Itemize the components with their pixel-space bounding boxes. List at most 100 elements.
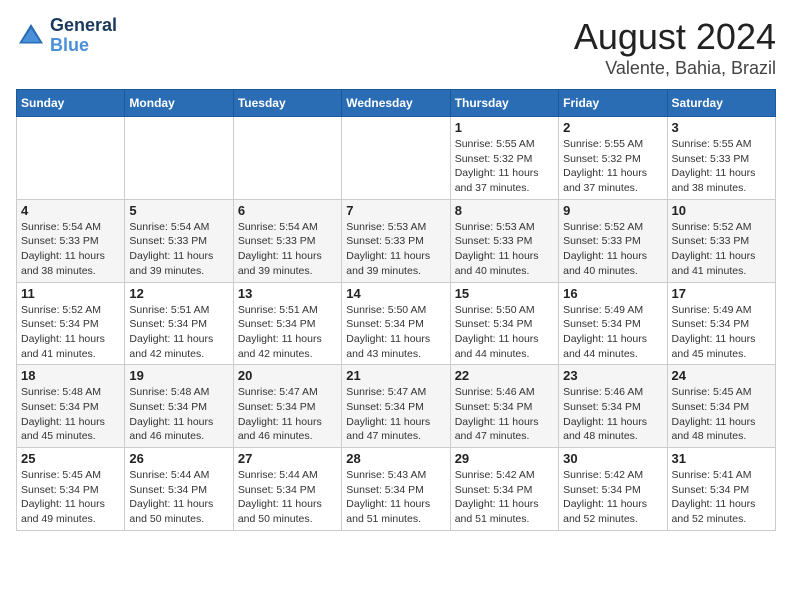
- calendar-header-thursday: Thursday: [450, 90, 558, 117]
- day-number: 17: [672, 286, 771, 301]
- calendar-cell: 9 Sunrise: 5:52 AM Sunset: 5:33 PM Daylig…: [559, 199, 667, 282]
- day-number: 31: [672, 451, 771, 466]
- day-number: 5: [129, 203, 228, 218]
- calendar-cell: 30Sunrise: 5:42 AM Sunset: 5:34 PM Dayli…: [559, 448, 667, 531]
- calendar-cell: 27 Sunrise: 5:44 AM Sunset: 5:34 PM Dayli…: [233, 448, 341, 531]
- day-number: 8: [455, 203, 554, 218]
- day-info: Sunrise: 5:42 AM Sunset: 5:34 PM Dayligh…: [455, 468, 554, 527]
- calendar-cell: 25Sunrise: 5:45 AM Sunset: 5:34 PM Dayli…: [17, 448, 125, 531]
- calendar-cell: 20 Sunrise: 5:47 AM Sunset: 5:34 PM Dayli…: [233, 365, 341, 448]
- day-number: 14: [346, 286, 445, 301]
- day-info: Sunrise: 5:46 AM Sunset: 5:34 PM Dayligh…: [563, 385, 662, 444]
- day-info: Sunrise: 5:55 AM Sunset: 5:32 PM Dayligh…: [563, 137, 662, 196]
- calendar-cell: 7 Sunrise: 5:53 AM Sunset: 5:33 PM Daylig…: [342, 199, 450, 282]
- calendar-cell: 13 Sunrise: 5:51 AM Sunset: 5:34 PM Dayli…: [233, 282, 341, 365]
- calendar-cell: 21Sunrise: 5:47 AM Sunset: 5:34 PM Dayli…: [342, 365, 450, 448]
- calendar-cell: 24 Sunrise: 5:45 AM Sunset: 5:34 PM Dayli…: [667, 365, 775, 448]
- month-title: August 2024: [574, 16, 776, 58]
- day-number: 2: [563, 120, 662, 135]
- calendar-cell: 1Sunrise: 5:55 AM Sunset: 5:32 PM Daylig…: [450, 117, 558, 200]
- day-info: Sunrise: 5:55 AM Sunset: 5:33 PM Dayligh…: [672, 137, 771, 196]
- calendar-header-friday: Friday: [559, 90, 667, 117]
- day-number: 22: [455, 368, 554, 383]
- day-number: 18: [21, 368, 120, 383]
- day-info: Sunrise: 5:41 AM Sunset: 5:34 PM Dayligh…: [672, 468, 771, 527]
- calendar-cell: 29Sunrise: 5:42 AM Sunset: 5:34 PM Dayli…: [450, 448, 558, 531]
- day-info: Sunrise: 5:45 AM Sunset: 5:34 PM Dayligh…: [672, 385, 771, 444]
- logo-icon: [16, 21, 46, 51]
- calendar-cell: 18 Sunrise: 5:48 AM Sunset: 5:34 PM Dayli…: [17, 365, 125, 448]
- day-info: Sunrise: 5:55 AM Sunset: 5:32 PM Dayligh…: [455, 137, 554, 196]
- day-info: Sunrise: 5:54 AM Sunset: 5:33 PM Dayligh…: [129, 220, 228, 279]
- day-info: Sunrise: 5:48 AM Sunset: 5:34 PM Dayligh…: [129, 385, 228, 444]
- day-info: Sunrise: 5:50 AM Sunset: 5:34 PM Dayligh…: [346, 303, 445, 362]
- calendar-cell: 12Sunrise: 5:51 AM Sunset: 5:34 PM Dayli…: [125, 282, 233, 365]
- calendar-cell: 31 Sunrise: 5:41 AM Sunset: 5:34 PM Dayli…: [667, 448, 775, 531]
- day-number: 4: [21, 203, 120, 218]
- calendar-cell: 11 Sunrise: 5:52 AM Sunset: 5:34 PM Dayli…: [17, 282, 125, 365]
- calendar-header-tuesday: Tuesday: [233, 90, 341, 117]
- day-number: 20: [238, 368, 337, 383]
- day-info: Sunrise: 5:48 AM Sunset: 5:34 PM Dayligh…: [21, 385, 120, 444]
- location-title: Valente, Bahia, Brazil: [574, 58, 776, 79]
- day-info: Sunrise: 5:52 AM Sunset: 5:34 PM Dayligh…: [21, 303, 120, 362]
- calendar-header-sunday: Sunday: [17, 90, 125, 117]
- calendar-week-3: 11 Sunrise: 5:52 AM Sunset: 5:34 PM Dayli…: [17, 282, 776, 365]
- day-number: 9: [563, 203, 662, 218]
- day-number: 16: [563, 286, 662, 301]
- calendar-cell: 3 Sunrise: 5:55 AM Sunset: 5:33 PM Daylig…: [667, 117, 775, 200]
- calendar-cell: [342, 117, 450, 200]
- day-info: Sunrise: 5:44 AM Sunset: 5:34 PM Dayligh…: [129, 468, 228, 527]
- day-info: Sunrise: 5:42 AM Sunset: 5:34 PM Dayligh…: [563, 468, 662, 527]
- day-number: 7: [346, 203, 445, 218]
- calendar-cell: 5 Sunrise: 5:54 AM Sunset: 5:33 PM Daylig…: [125, 199, 233, 282]
- day-info: Sunrise: 5:46 AM Sunset: 5:34 PM Dayligh…: [455, 385, 554, 444]
- day-info: Sunrise: 5:52 AM Sunset: 5:33 PM Dayligh…: [563, 220, 662, 279]
- calendar-header-wednesday: Wednesday: [342, 90, 450, 117]
- calendar-cell: 17 Sunrise: 5:49 AM Sunset: 5:34 PM Dayli…: [667, 282, 775, 365]
- day-info: Sunrise: 5:47 AM Sunset: 5:34 PM Dayligh…: [238, 385, 337, 444]
- day-number: 19: [129, 368, 228, 383]
- calendar-cell: [233, 117, 341, 200]
- calendar-header-monday: Monday: [125, 90, 233, 117]
- page-header: General Blue August 2024 Valente, Bahia,…: [16, 16, 776, 79]
- calendar-cell: 14 Sunrise: 5:50 AM Sunset: 5:34 PM Dayli…: [342, 282, 450, 365]
- day-number: 13: [238, 286, 337, 301]
- day-number: 24: [672, 368, 771, 383]
- day-number: 23: [563, 368, 662, 383]
- calendar-cell: 23 Sunrise: 5:46 AM Sunset: 5:34 PM Dayli…: [559, 365, 667, 448]
- calendar-cell: 6 Sunrise: 5:54 AM Sunset: 5:33 PM Daylig…: [233, 199, 341, 282]
- day-number: 6: [238, 203, 337, 218]
- day-info: Sunrise: 5:52 AM Sunset: 5:33 PM Dayligh…: [672, 220, 771, 279]
- day-info: Sunrise: 5:49 AM Sunset: 5:34 PM Dayligh…: [672, 303, 771, 362]
- calendar-cell: 16Sunrise: 5:49 AM Sunset: 5:34 PM Dayli…: [559, 282, 667, 365]
- calendar-cell: 19 Sunrise: 5:48 AM Sunset: 5:34 PM Dayli…: [125, 365, 233, 448]
- day-number: 15: [455, 286, 554, 301]
- calendar-cell: 4Sunrise: 5:54 AM Sunset: 5:33 PM Daylig…: [17, 199, 125, 282]
- calendar-cell: 22 Sunrise: 5:46 AM Sunset: 5:34 PM Dayli…: [450, 365, 558, 448]
- day-info: Sunrise: 5:51 AM Sunset: 5:34 PM Dayligh…: [238, 303, 337, 362]
- calendar-cell: [17, 117, 125, 200]
- calendar-cell: 26Sunrise: 5:44 AM Sunset: 5:34 PM Dayli…: [125, 448, 233, 531]
- day-info: Sunrise: 5:50 AM Sunset: 5:34 PM Dayligh…: [455, 303, 554, 362]
- calendar-week-4: 18 Sunrise: 5:48 AM Sunset: 5:34 PM Dayli…: [17, 365, 776, 448]
- calendar-week-5: 25Sunrise: 5:45 AM Sunset: 5:34 PM Dayli…: [17, 448, 776, 531]
- calendar-cell: 2 Sunrise: 5:55 AM Sunset: 5:32 PM Daylig…: [559, 117, 667, 200]
- calendar-cell: 28Sunrise: 5:43 AM Sunset: 5:34 PM Dayli…: [342, 448, 450, 531]
- day-info: Sunrise: 5:53 AM Sunset: 5:33 PM Dayligh…: [346, 220, 445, 279]
- day-number: 3: [672, 120, 771, 135]
- day-number: 27: [238, 451, 337, 466]
- day-info: Sunrise: 5:43 AM Sunset: 5:34 PM Dayligh…: [346, 468, 445, 527]
- logo-text: General Blue: [50, 16, 117, 56]
- day-number: 10: [672, 203, 771, 218]
- day-info: Sunrise: 5:45 AM Sunset: 5:34 PM Dayligh…: [21, 468, 120, 527]
- day-info: Sunrise: 5:54 AM Sunset: 5:33 PM Dayligh…: [238, 220, 337, 279]
- calendar-week-1: 1Sunrise: 5:55 AM Sunset: 5:32 PM Daylig…: [17, 117, 776, 200]
- day-info: Sunrise: 5:53 AM Sunset: 5:33 PM Dayligh…: [455, 220, 554, 279]
- calendar-table: SundayMondayTuesdayWednesdayThursdayFrid…: [16, 89, 776, 531]
- calendar-cell: 8 Sunrise: 5:53 AM Sunset: 5:33 PM Daylig…: [450, 199, 558, 282]
- day-info: Sunrise: 5:51 AM Sunset: 5:34 PM Dayligh…: [129, 303, 228, 362]
- day-number: 21: [346, 368, 445, 383]
- day-number: 11: [21, 286, 120, 301]
- day-info: Sunrise: 5:44 AM Sunset: 5:34 PM Dayligh…: [238, 468, 337, 527]
